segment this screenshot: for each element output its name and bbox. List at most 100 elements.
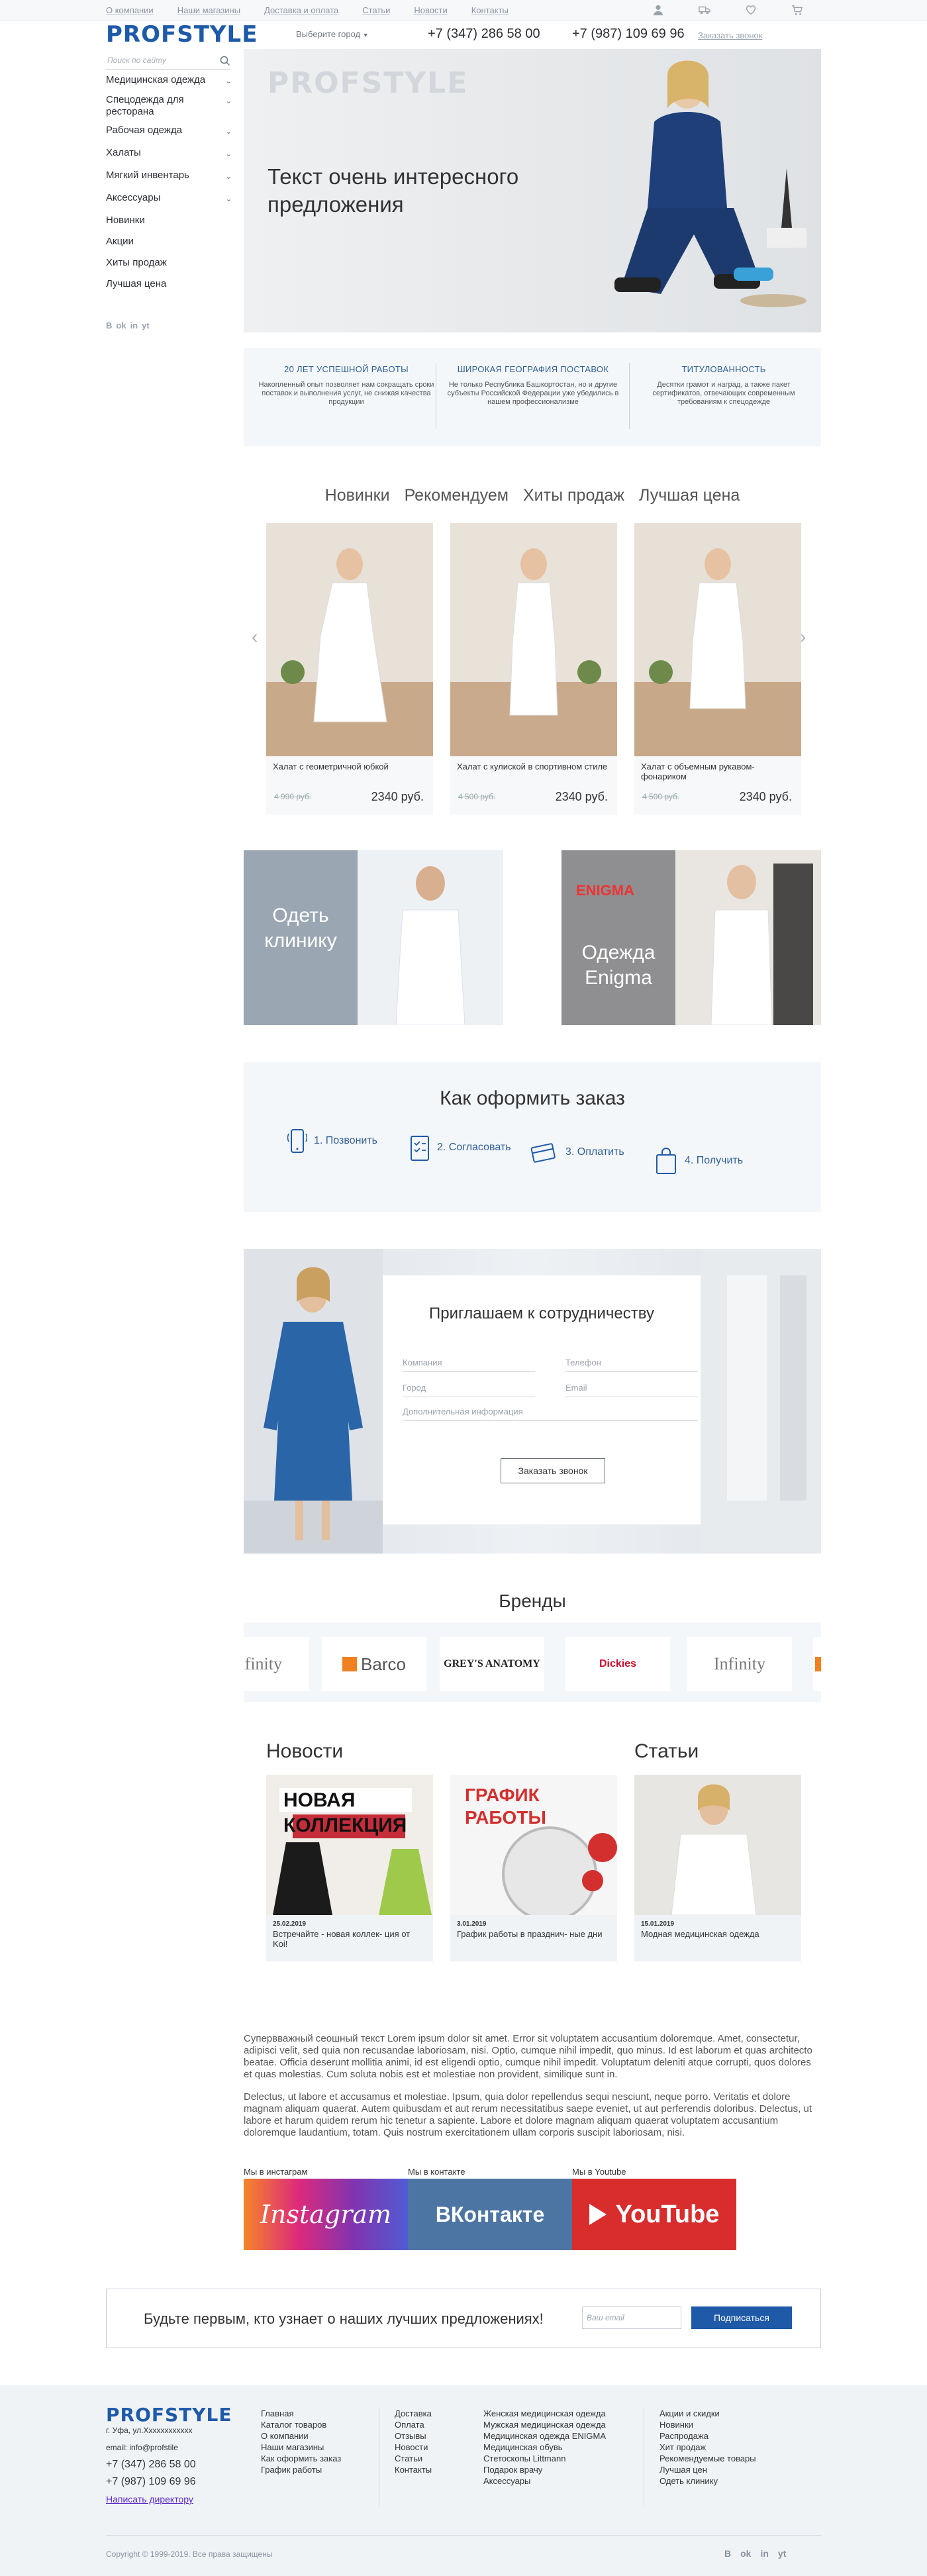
phone-field[interactable]: Телефон (565, 1358, 698, 1372)
article-headline[interactable]: Модная медицинская одежда (634, 1929, 801, 1939)
phone-2[interactable]: +7 (987) 109 69 96 (572, 26, 685, 42)
search-icon[interactable] (220, 56, 230, 66)
ok-icon[interactable]: ok (116, 321, 126, 330)
brand-logo[interactable]: Dickies (565, 1637, 670, 1691)
chevron-left-icon[interactable]: ‹ (252, 626, 258, 648)
phone-1[interactable]: +7 (347) 286 58 00 (428, 26, 540, 42)
articles-title[interactable]: Статьи (634, 1740, 699, 1763)
footer-link[interactable]: Статьи (395, 2453, 432, 2464)
footer-link[interactable]: График работы (261, 2464, 341, 2475)
callback-link[interactable]: Заказать звонок (698, 30, 762, 40)
footer-link[interactable]: Рекомендуемые товары (659, 2453, 756, 2464)
enigma-banner[interactable]: ENIGMA Одежда Enigma (561, 850, 821, 1025)
product-name[interactable]: Халат с геометричной юбкой (266, 756, 433, 783)
footer-link[interactable]: О компании (261, 2430, 341, 2442)
city-selector[interactable]: Выберите город ▼ (296, 29, 369, 39)
vk-banner[interactable]: ВКонтакте (408, 2179, 572, 2250)
youtube-banner[interactable]: YouTube (572, 2179, 736, 2250)
topnav-delivery[interactable]: Доставка и оплата (264, 5, 338, 15)
brand-logo[interactable]: Infinity (687, 1637, 792, 1691)
footer-link[interactable]: Женская медицинская одежда (483, 2408, 606, 2419)
product-image[interactable] (266, 523, 433, 756)
footer-link[interactable]: Аксессуары (483, 2475, 606, 2487)
truck-icon[interactable] (699, 4, 710, 16)
vk-icon[interactable]: B (106, 321, 112, 330)
sidebar-item-restaurant[interactable]: Спецодежда для ресторана ⌄ (106, 94, 232, 118)
footer-link[interactable]: Лучшая цен (659, 2464, 756, 2475)
tab-hits[interactable]: Хиты продаж (523, 486, 624, 505)
product-name[interactable]: Халат с объемным рукавом-фонариком (634, 756, 801, 783)
footer-link[interactable]: Медицинская обувь (483, 2442, 606, 2453)
tab-new[interactable]: Новинки (325, 486, 390, 505)
footer-link[interactable]: Мужская медицинская одежда (483, 2419, 606, 2430)
heart-icon[interactable] (745, 4, 757, 16)
footer-link[interactable]: Распродажа (659, 2430, 756, 2442)
article-card[interactable]: 15.01.2019 Модная медицинская одежда (634, 1775, 801, 1961)
news-title[interactable]: Новости (266, 1740, 343, 1763)
linkedin-icon[interactable]: in (130, 321, 138, 330)
news-headline[interactable]: Встречайте - новая коллек- ция от Koi! (266, 1929, 433, 1949)
footer-link[interactable]: Контакты (395, 2464, 432, 2475)
sidebar-item-work[interactable]: Рабочая одежда ⌄ (106, 124, 232, 138)
product-card[interactable]: Халат с геометричной юбкой 4 990 руб. 23… (266, 523, 433, 815)
footer-link[interactable]: Новинки (659, 2419, 756, 2430)
city-field[interactable]: Город (403, 1383, 535, 1397)
footer-link[interactable]: Медицинская одежда ENIGMA (483, 2430, 606, 2442)
sidebar-item-best-price[interactable]: Лучшая цена (106, 278, 232, 290)
sidebar-item-new[interactable]: Новинки (106, 215, 232, 226)
logo[interactable]: PROFSTYLE (106, 21, 258, 48)
tab-best-price[interactable]: Лучшая цена (639, 486, 740, 505)
sidebar-item-robes[interactable]: Халаты ⌄ (106, 147, 232, 160)
brand-logo[interactable]: Infinity (244, 1637, 309, 1691)
product-image[interactable] (450, 523, 617, 756)
clinic-banner[interactable]: Одеть клинику (244, 850, 503, 1025)
subscribe-email-input[interactable]: Ваш email (582, 2306, 681, 2329)
sidebar-item-medical[interactable]: Медицинская одежда ⌄ (106, 74, 232, 87)
footer-link[interactable]: Подарок врачу (483, 2464, 606, 2475)
instagram-banner[interactable]: Instagram (244, 2179, 408, 2250)
callback-button[interactable]: Заказать звонок (501, 1458, 605, 1483)
brand-logo[interactable]: GREY'S ANATOMY (440, 1637, 544, 1691)
youtube-icon[interactable]: yt (778, 2548, 786, 2559)
info-field[interactable]: Дополнительная информация (403, 1407, 698, 1421)
footer-phone-1[interactable]: +7 (347) 286 58 00 (106, 2459, 196, 2470)
footer-link[interactable]: Одеть клинику (659, 2475, 756, 2487)
hero-banner[interactable]: PROFSTYLE Текст очень интересного предло… (244, 49, 821, 332)
brand-logo[interactable]: Barco (322, 1637, 426, 1691)
footer-link[interactable]: Как оформить заказ (261, 2453, 341, 2464)
brand-logo-partial[interactable] (813, 1637, 821, 1691)
vk-icon[interactable]: B (724, 2548, 731, 2559)
product-card[interactable]: Халат с объемным рукавом-фонариком 4 500… (634, 523, 801, 815)
news-card[interactable]: ГРАФИК РАБОТЫ 3.01.2019 График работы в … (450, 1775, 617, 1961)
sidebar-item-accessories[interactable]: Аксессуары ⌄ (106, 192, 232, 205)
product-name[interactable]: Халат с кулиской в спортивном стиле (450, 756, 617, 783)
footer-link[interactable]: Новости (395, 2442, 432, 2453)
sidebar-item-soft[interactable]: Мягкий инвентарь ⌄ (106, 170, 232, 183)
search-input[interactable]: Поиск по сайту (106, 53, 230, 70)
footer-phone-2[interactable]: +7 (987) 109 69 96 (106, 2477, 196, 2487)
topnav-about[interactable]: О компании (106, 5, 154, 15)
user-icon[interactable] (652, 4, 664, 16)
footer-link[interactable]: Отзывы (395, 2430, 432, 2442)
footer-link[interactable]: Каталог товаров (261, 2419, 341, 2430)
sidebar-item-sales[interactable]: Акции (106, 236, 232, 248)
topnav-news[interactable]: Новости (414, 5, 447, 15)
company-field[interactable]: Компания (403, 1358, 535, 1372)
email-field[interactable]: Email (565, 1383, 698, 1397)
topnav-contacts[interactable]: Контакты (471, 5, 509, 15)
footer-logo[interactable]: PROFSTYLE (106, 2404, 232, 2426)
footer-link[interactable]: Доставка (395, 2408, 432, 2419)
news-card[interactable]: НОВАЯ КОЛЛЕКЦИЯ 25.02.2019 Встречайте - … (266, 1775, 433, 1961)
subscribe-button[interactable]: Подписаться (691, 2306, 792, 2329)
footer-link[interactable]: Оплата (395, 2419, 432, 2430)
cart-icon[interactable] (791, 4, 803, 16)
ok-icon[interactable]: ok (740, 2548, 751, 2559)
write-director-link[interactable]: Написать директору (106, 2494, 196, 2504)
footer-link[interactable]: Главная (261, 2408, 341, 2419)
linkedin-icon[interactable]: in (760, 2548, 768, 2559)
topnav-stores[interactable]: Наши магазины (177, 5, 240, 15)
product-image[interactable] (634, 523, 801, 756)
footer-link[interactable]: Хит продаж (659, 2442, 756, 2453)
footer-link[interactable]: Наши магазины (261, 2442, 341, 2453)
footer-link[interactable]: Акции и скидки (659, 2408, 756, 2419)
